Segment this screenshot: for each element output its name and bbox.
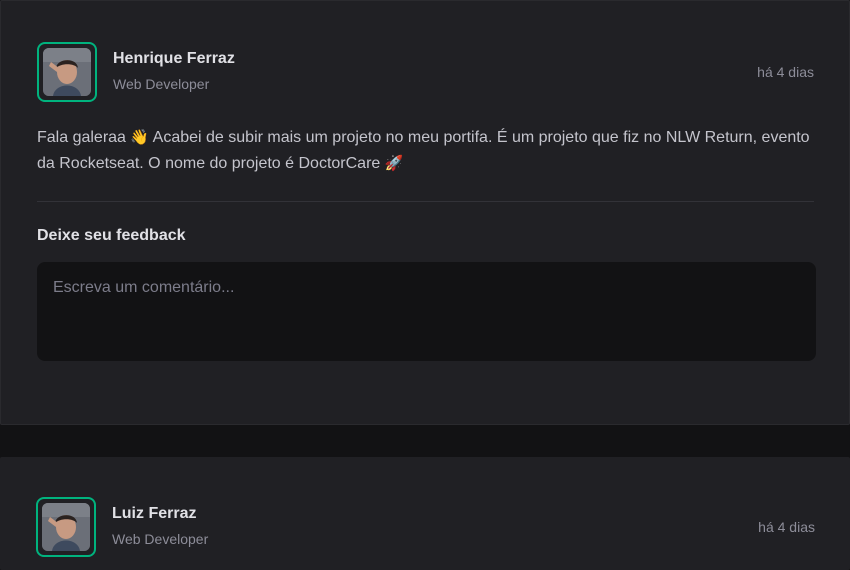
post-time: há 4 dias xyxy=(758,519,815,535)
divider xyxy=(37,201,814,202)
avatar-photo xyxy=(43,48,91,96)
waving-hand-icon: 👋 xyxy=(130,129,150,146)
author-role: Web Developer xyxy=(112,531,209,547)
post-header: Luiz Ferraz Web Developer há 4 dias xyxy=(36,497,815,557)
avatar-image xyxy=(42,503,90,551)
post: Henrique Ferraz Web Developer há 4 dias … xyxy=(0,0,850,425)
author-name: Henrique Ferraz xyxy=(113,50,235,67)
avatar-photo xyxy=(42,503,90,551)
feedback-title: Deixe seu feedback xyxy=(37,227,186,244)
author-name: Luiz Ferraz xyxy=(112,505,197,522)
avatar-image xyxy=(43,48,91,96)
post: Luiz Ferraz Web Developer há 4 dias xyxy=(0,457,850,570)
post-text-greeting: Fala galeraa xyxy=(37,129,126,146)
author-role: Web Developer xyxy=(113,76,210,92)
post-content: Fala galeraa 👋 Acabei de subir mais um p… xyxy=(37,125,817,177)
feed: Henrique Ferraz Web Developer há 4 dias … xyxy=(0,0,850,570)
avatar[interactable] xyxy=(37,42,97,102)
post-text-body: Acabei de subir mais um projeto no meu p… xyxy=(37,129,810,172)
comment-input[interactable] xyxy=(37,262,816,361)
avatar[interactable] xyxy=(36,497,96,557)
post-time: há 4 dias xyxy=(757,64,814,80)
post-text: Fala galeraa 👋 Acabei de subir mais um p… xyxy=(37,125,817,177)
post-header: Henrique Ferraz Web Developer há 4 dias xyxy=(37,42,814,102)
rocket-icon: 🚀 xyxy=(384,155,404,172)
